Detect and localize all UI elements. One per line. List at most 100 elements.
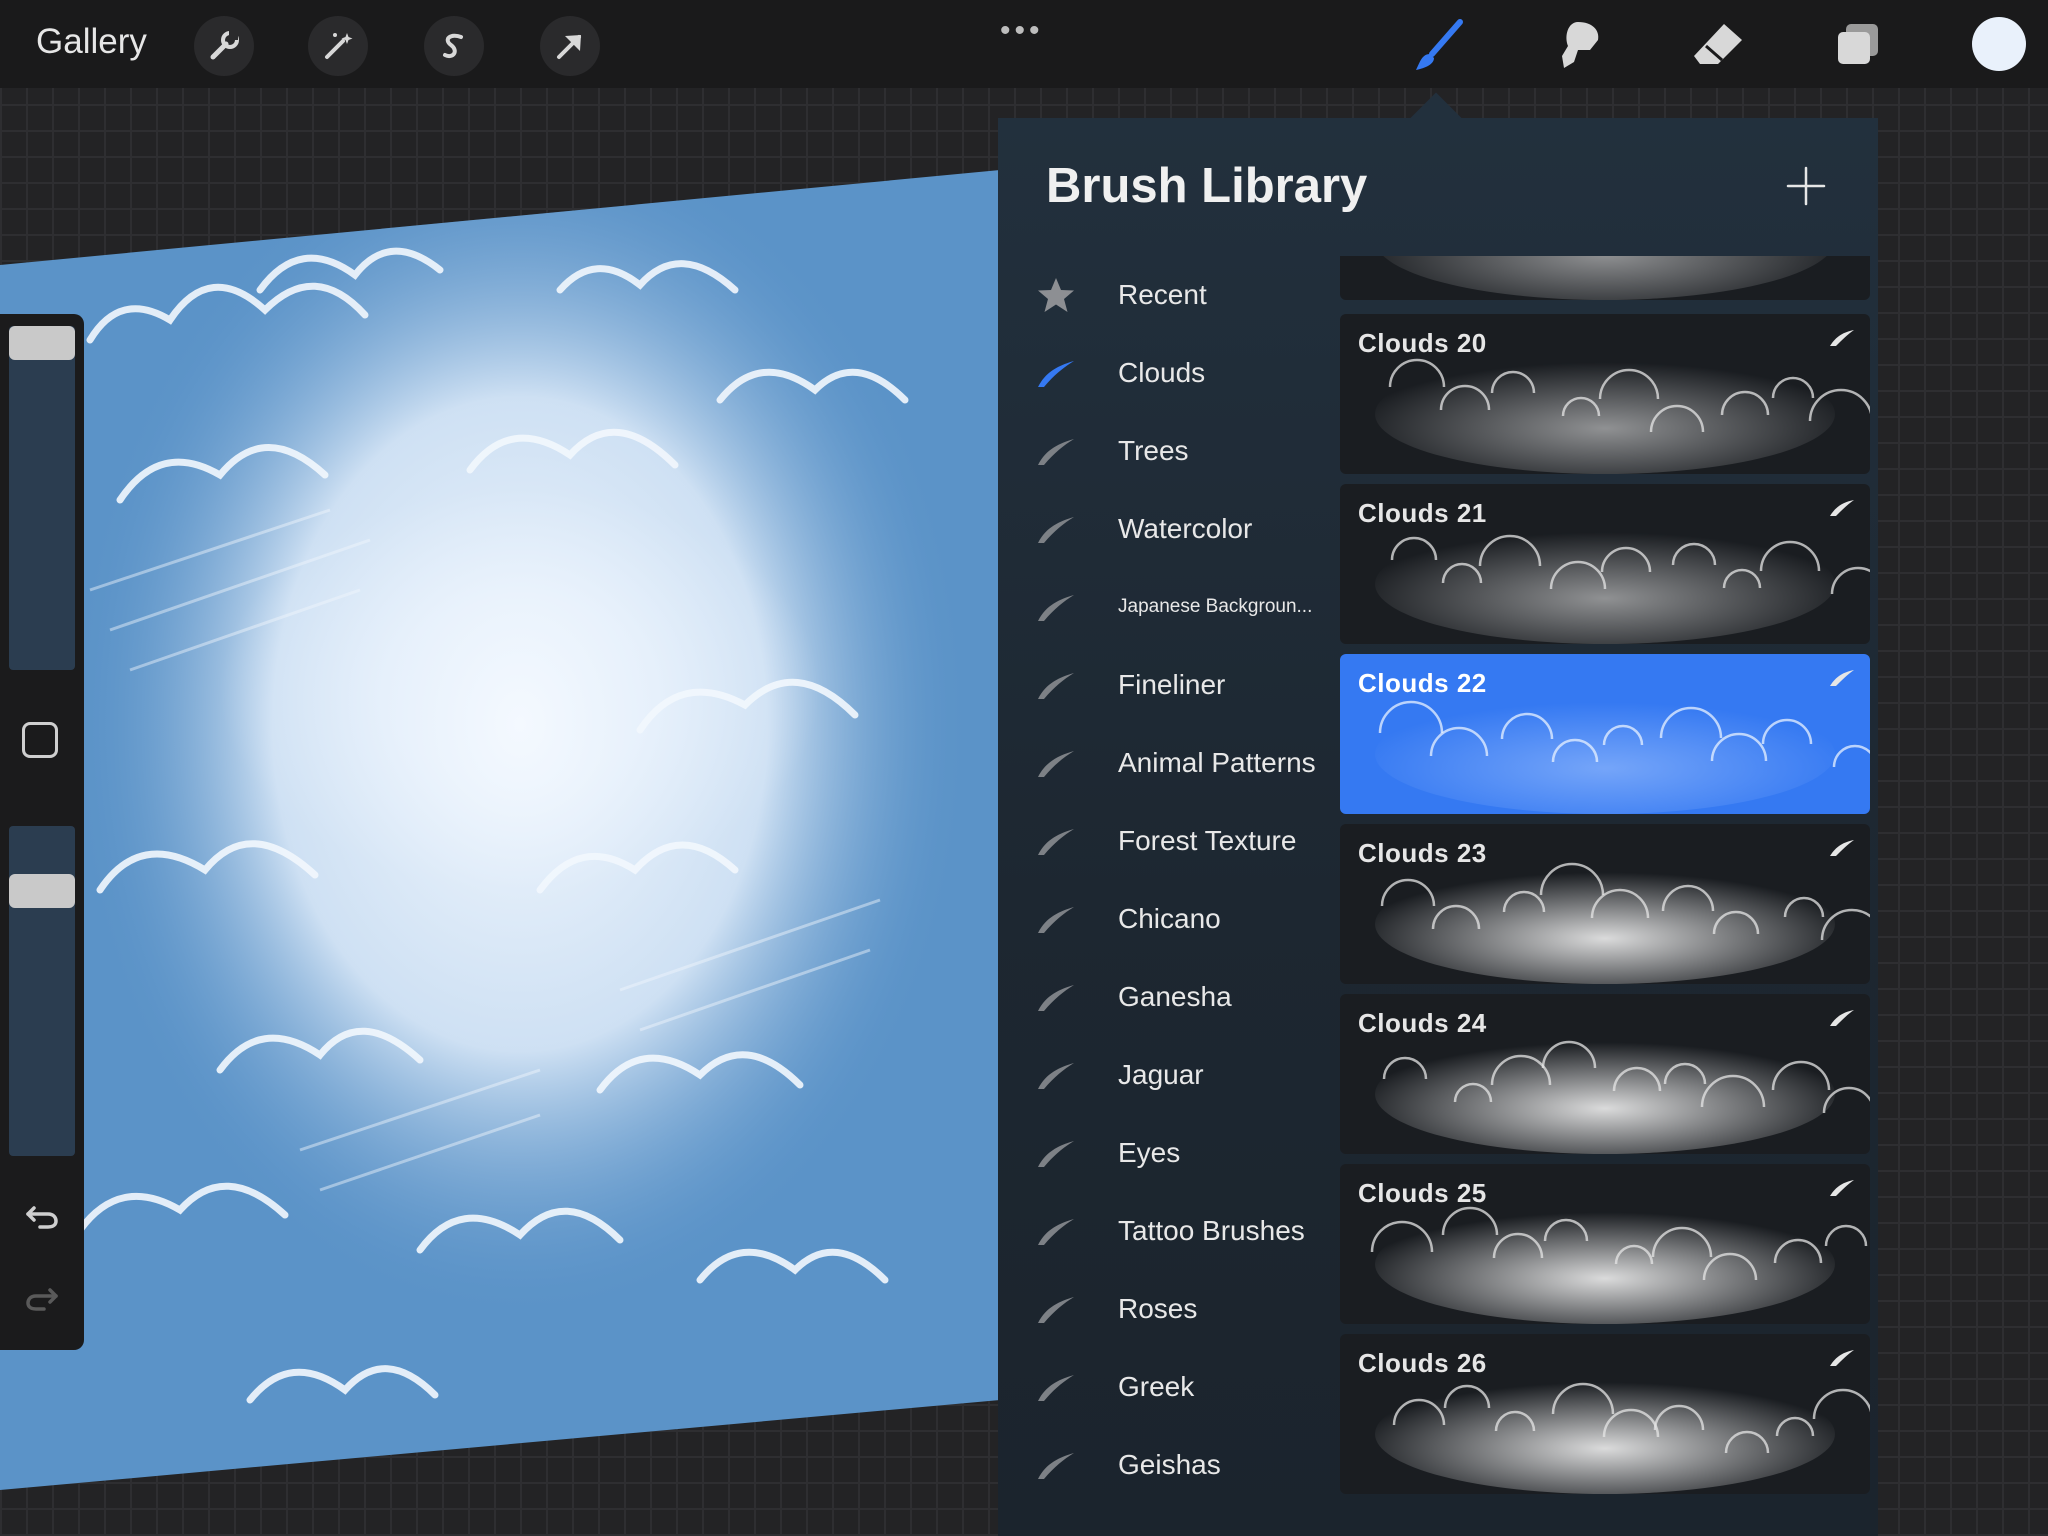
- eraser-icon: [1694, 24, 1742, 64]
- brush-set-item[interactable]: Ganesha: [998, 958, 1338, 1036]
- undo-arrow-icon: [26, 1206, 58, 1229]
- brush-library-panel: Brush Library Recent Clouds Trees Watercolo…: [998, 118, 1878, 1536]
- left-sidebar: [0, 314, 84, 1350]
- smudge-finger-icon: [1562, 22, 1599, 68]
- brush-set-item[interactable]: Roses: [998, 1270, 1338, 1348]
- brush-set-label: Japanese Backgroun...: [1118, 596, 1313, 617]
- brush-set-item[interactable]: Greek: [998, 1348, 1338, 1426]
- brush-set-item[interactable]: Tattoo Brushes: [998, 1192, 1338, 1270]
- brush-stroke-icon: [1034, 1133, 1078, 1173]
- magic-wand-icon: [325, 33, 353, 59]
- brush-card[interactable]: Clouds 20: [1340, 314, 1870, 474]
- brush-stroke-icon: [1034, 1211, 1078, 1251]
- brush-stroke-icon: [1034, 1445, 1078, 1485]
- redo-arrow-icon: [26, 1288, 58, 1311]
- gallery-button[interactable]: Gallery: [36, 22, 147, 62]
- brush-set-label: Chicano: [1118, 903, 1221, 934]
- brush-set-label: Trees: [1118, 435, 1189, 466]
- brush-name: Clouds 23: [1358, 838, 1487, 868]
- color-picker-button[interactable]: [1972, 17, 2026, 71]
- brush-source-icon: [1828, 1178, 1856, 1198]
- layers-tool[interactable]: [1826, 14, 1890, 78]
- brush-name: Clouds 26: [1358, 1348, 1487, 1378]
- actions-button[interactable]: [194, 16, 254, 76]
- brush-stroke-icon: [1034, 1289, 1078, 1329]
- brush-name: Clouds 22: [1358, 668, 1487, 698]
- brush-name: Clouds 20: [1358, 328, 1487, 358]
- brush-size-slider[interactable]: [9, 326, 75, 670]
- brush-card[interactable]: Clouds 22: [1340, 654, 1870, 814]
- brush-set-item[interactable]: Eyes: [998, 1114, 1338, 1192]
- brush-set-item[interactable]: Trees: [998, 412, 1338, 490]
- brush-set-label: Roses: [1118, 1293, 1198, 1324]
- brush-source-icon: [1828, 1348, 1856, 1368]
- brush-set-item[interactable]: Jaguar: [998, 1036, 1338, 1114]
- brush-list: Clouds 20 Clouds 21 Clouds 22 Clouds 23 Clou…: [1340, 256, 1872, 1536]
- brush-set-item[interactable]: Fineliner: [998, 646, 1338, 724]
- brush-set-item[interactable]: Animal Patterns: [998, 724, 1338, 802]
- brush-stroke-icon: [1034, 821, 1078, 861]
- brush-set-item[interactable]: Clouds: [998, 334, 1338, 412]
- modify-button[interactable]: [22, 722, 58, 758]
- brush-set-label: Animal Patterns: [1118, 747, 1316, 778]
- brush-set-label: Clouds: [1118, 357, 1206, 388]
- plus-icon: [1786, 166, 1826, 206]
- selection-button[interactable]: [424, 16, 484, 76]
- smudge-tool[interactable]: [1546, 14, 1610, 78]
- cloud-illustration: [0, 170, 1000, 1490]
- brush-set-label: Watercolor: [1118, 513, 1253, 544]
- brush-stroke-icon: [1034, 353, 1078, 393]
- more-options-icon[interactable]: •••: [1000, 14, 1044, 48]
- brush-name: Clouds 21: [1358, 498, 1487, 528]
- undo-button[interactable]: [22, 1194, 62, 1234]
- brush-card[interactable]: [1340, 256, 1870, 300]
- panel-title: Brush Library: [1046, 159, 1368, 213]
- brush-card[interactable]: Clouds 26: [1340, 1334, 1870, 1494]
- brush-set-item[interactable]: Japanese Backgroun...: [998, 568, 1338, 646]
- brush-set-label: Forest Texture: [1118, 825, 1297, 856]
- brush-stroke-icon: [1034, 743, 1078, 783]
- eraser-tool[interactable]: [1686, 14, 1750, 78]
- brush-set-label: Eyes: [1118, 1137, 1181, 1168]
- brush-stroke-icon: [1034, 899, 1078, 939]
- brush-set-label: Jaguar: [1118, 1059, 1204, 1090]
- selection-s-icon: [443, 33, 463, 58]
- brush-set-item[interactable]: Recent: [998, 256, 1338, 334]
- brush-stroke-icon: [1034, 1367, 1078, 1407]
- brush-size-thumb[interactable]: [9, 326, 75, 360]
- brush-stroke-icon: [1034, 509, 1078, 549]
- brush-set-label: Recent: [1118, 279, 1207, 310]
- transform-button[interactable]: [540, 16, 600, 76]
- brush-set-item[interactable]: Chicano: [998, 880, 1338, 958]
- brush-stroke-icon: [1034, 977, 1078, 1017]
- brush-tool[interactable]: [1408, 14, 1472, 78]
- adjustments-button[interactable]: [308, 16, 368, 76]
- brush-set-item[interactable]: Geishas: [998, 1426, 1338, 1504]
- brush-name: Clouds 24: [1358, 1008, 1487, 1038]
- brush-card[interactable]: Clouds 24: [1340, 994, 1870, 1154]
- add-brush-button[interactable]: [1784, 164, 1828, 208]
- top-toolbar: Gallery •••: [0, 0, 2048, 88]
- brush-stroke-icon: [1034, 1055, 1078, 1095]
- layers-icon: [1838, 24, 1878, 64]
- brush-card[interactable]: Clouds 21: [1340, 484, 1870, 644]
- redo-button[interactable]: [22, 1276, 62, 1316]
- brush-source-icon: [1828, 328, 1856, 348]
- brush-card[interactable]: Clouds 23: [1340, 824, 1870, 984]
- brush-set-label: Greek: [1118, 1371, 1195, 1402]
- arrow-cursor-icon: [557, 35, 581, 59]
- artwork-canvas[interactable]: [0, 170, 1000, 1490]
- brush-stroke-preview: [1383, 256, 1827, 300]
- brush-stroke-icon: [1034, 431, 1078, 471]
- brush-source-icon: [1828, 498, 1856, 518]
- paintbrush-icon: [1416, 19, 1463, 70]
- brush-card[interactable]: Clouds 25: [1340, 1164, 1870, 1324]
- star-icon: [1034, 275, 1078, 315]
- brush-set-item[interactable]: Watercolor: [998, 490, 1338, 568]
- wrench-icon: [210, 31, 239, 60]
- brush-source-icon: [1828, 1008, 1856, 1028]
- opacity-thumb[interactable]: [9, 874, 75, 908]
- brush-source-icon: [1828, 838, 1856, 858]
- brush-set-label: Fineliner: [1118, 669, 1226, 700]
- brush-set-item[interactable]: Forest Texture: [998, 802, 1338, 880]
